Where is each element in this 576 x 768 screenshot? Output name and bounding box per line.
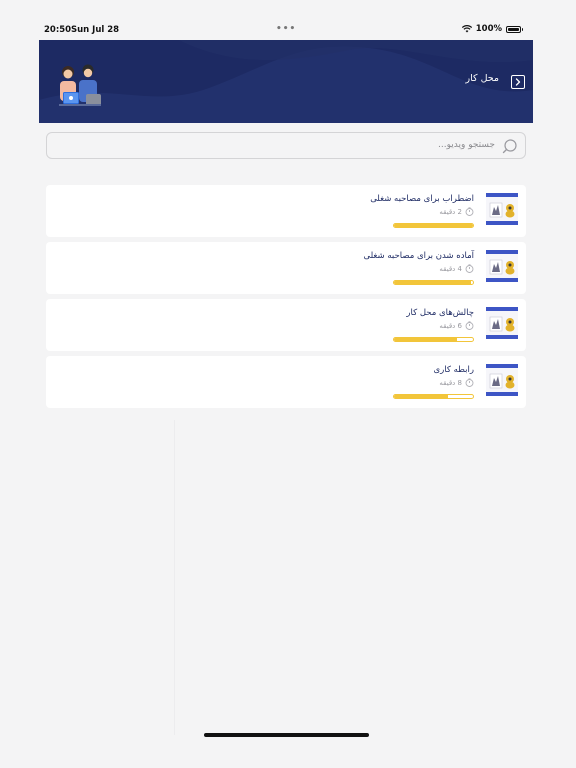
video-meta: 2 دقیقه <box>439 207 474 216</box>
video-title: رابطه کاری <box>433 365 474 375</box>
video-title: اضطراب برای مصاحبه شغلی <box>370 194 474 204</box>
watch-progress-bar <box>393 337 474 342</box>
status-time: 20:50 <box>44 25 72 35</box>
watch-progress-bar <box>393 280 474 285</box>
video-meta: 8 دقیقه <box>439 378 474 387</box>
battery-percentage: 100% <box>475 24 502 34</box>
wifi-icon <box>461 25 472 33</box>
battery-icon <box>506 25 523 33</box>
search-input[interactable]: جستجو ویدیو... <box>46 132 526 159</box>
video-card[interactable]: آماده شدن برای مصاحبه شغلی 4 دقیقه <box>46 242 526 294</box>
status-right: 100% <box>461 24 523 34</box>
watch-progress-bar <box>393 394 474 399</box>
video-duration: 6 دقیقه <box>439 321 462 330</box>
header-banner: محل کار <box>39 40 533 123</box>
video-title: چالش‌های محل کار <box>406 308 474 318</box>
video-duration: 4 دقیقه <box>439 264 462 273</box>
chevron-right-icon <box>515 78 521 86</box>
watch-progress-fill <box>394 395 448 398</box>
status-bar: 20:50 Sun Jul 28 ••• 100% <box>0 0 576 40</box>
video-thumbnail <box>486 193 518 225</box>
video-title: آماده شدن برای مصاحبه شغلی <box>363 251 474 261</box>
search-placeholder: جستجو ویدیو... <box>438 140 495 150</box>
video-card[interactable]: اضطراب برای مصاحبه شغلی 2 دقیقه <box>46 185 526 237</box>
video-card[interactable]: رابطه کاری 8 دقیقه <box>46 356 526 408</box>
video-thumbnail <box>486 250 518 282</box>
split-divider <box>174 420 175 735</box>
search-icon <box>502 139 517 154</box>
video-meta: 6 دقیقه <box>439 321 474 330</box>
watch-progress-bar <box>393 223 474 228</box>
video-duration: 2 دقیقه <box>439 207 462 216</box>
video-thumbnail <box>486 307 518 339</box>
timer-icon <box>465 378 474 387</box>
coworkers-illustration <box>59 64 101 106</box>
video-card[interactable]: چالش‌های محل کار 6 دقیقه <box>46 299 526 351</box>
header-wave-decoration <box>39 40 533 123</box>
video-list: اضطراب برای مصاحبه شغلی 2 دقیقه آماده شد… <box>46 185 526 413</box>
timer-icon <box>465 207 474 216</box>
multitasking-dots[interactable]: ••• <box>276 24 296 34</box>
video-meta: 4 دقیقه <box>439 264 474 273</box>
back-button[interactable] <box>511 75 525 89</box>
video-thumbnail <box>486 364 518 396</box>
home-indicator[interactable] <box>204 733 369 737</box>
status-date: Sun Jul 28 <box>71 25 120 35</box>
watch-progress-fill <box>394 338 458 341</box>
watch-progress-fill <box>394 224 473 227</box>
video-duration: 8 دقیقه <box>439 378 462 387</box>
timer-icon <box>465 264 474 273</box>
timer-icon <box>465 321 474 330</box>
page-title: محل کار <box>465 73 499 84</box>
watch-progress-fill <box>394 281 471 284</box>
